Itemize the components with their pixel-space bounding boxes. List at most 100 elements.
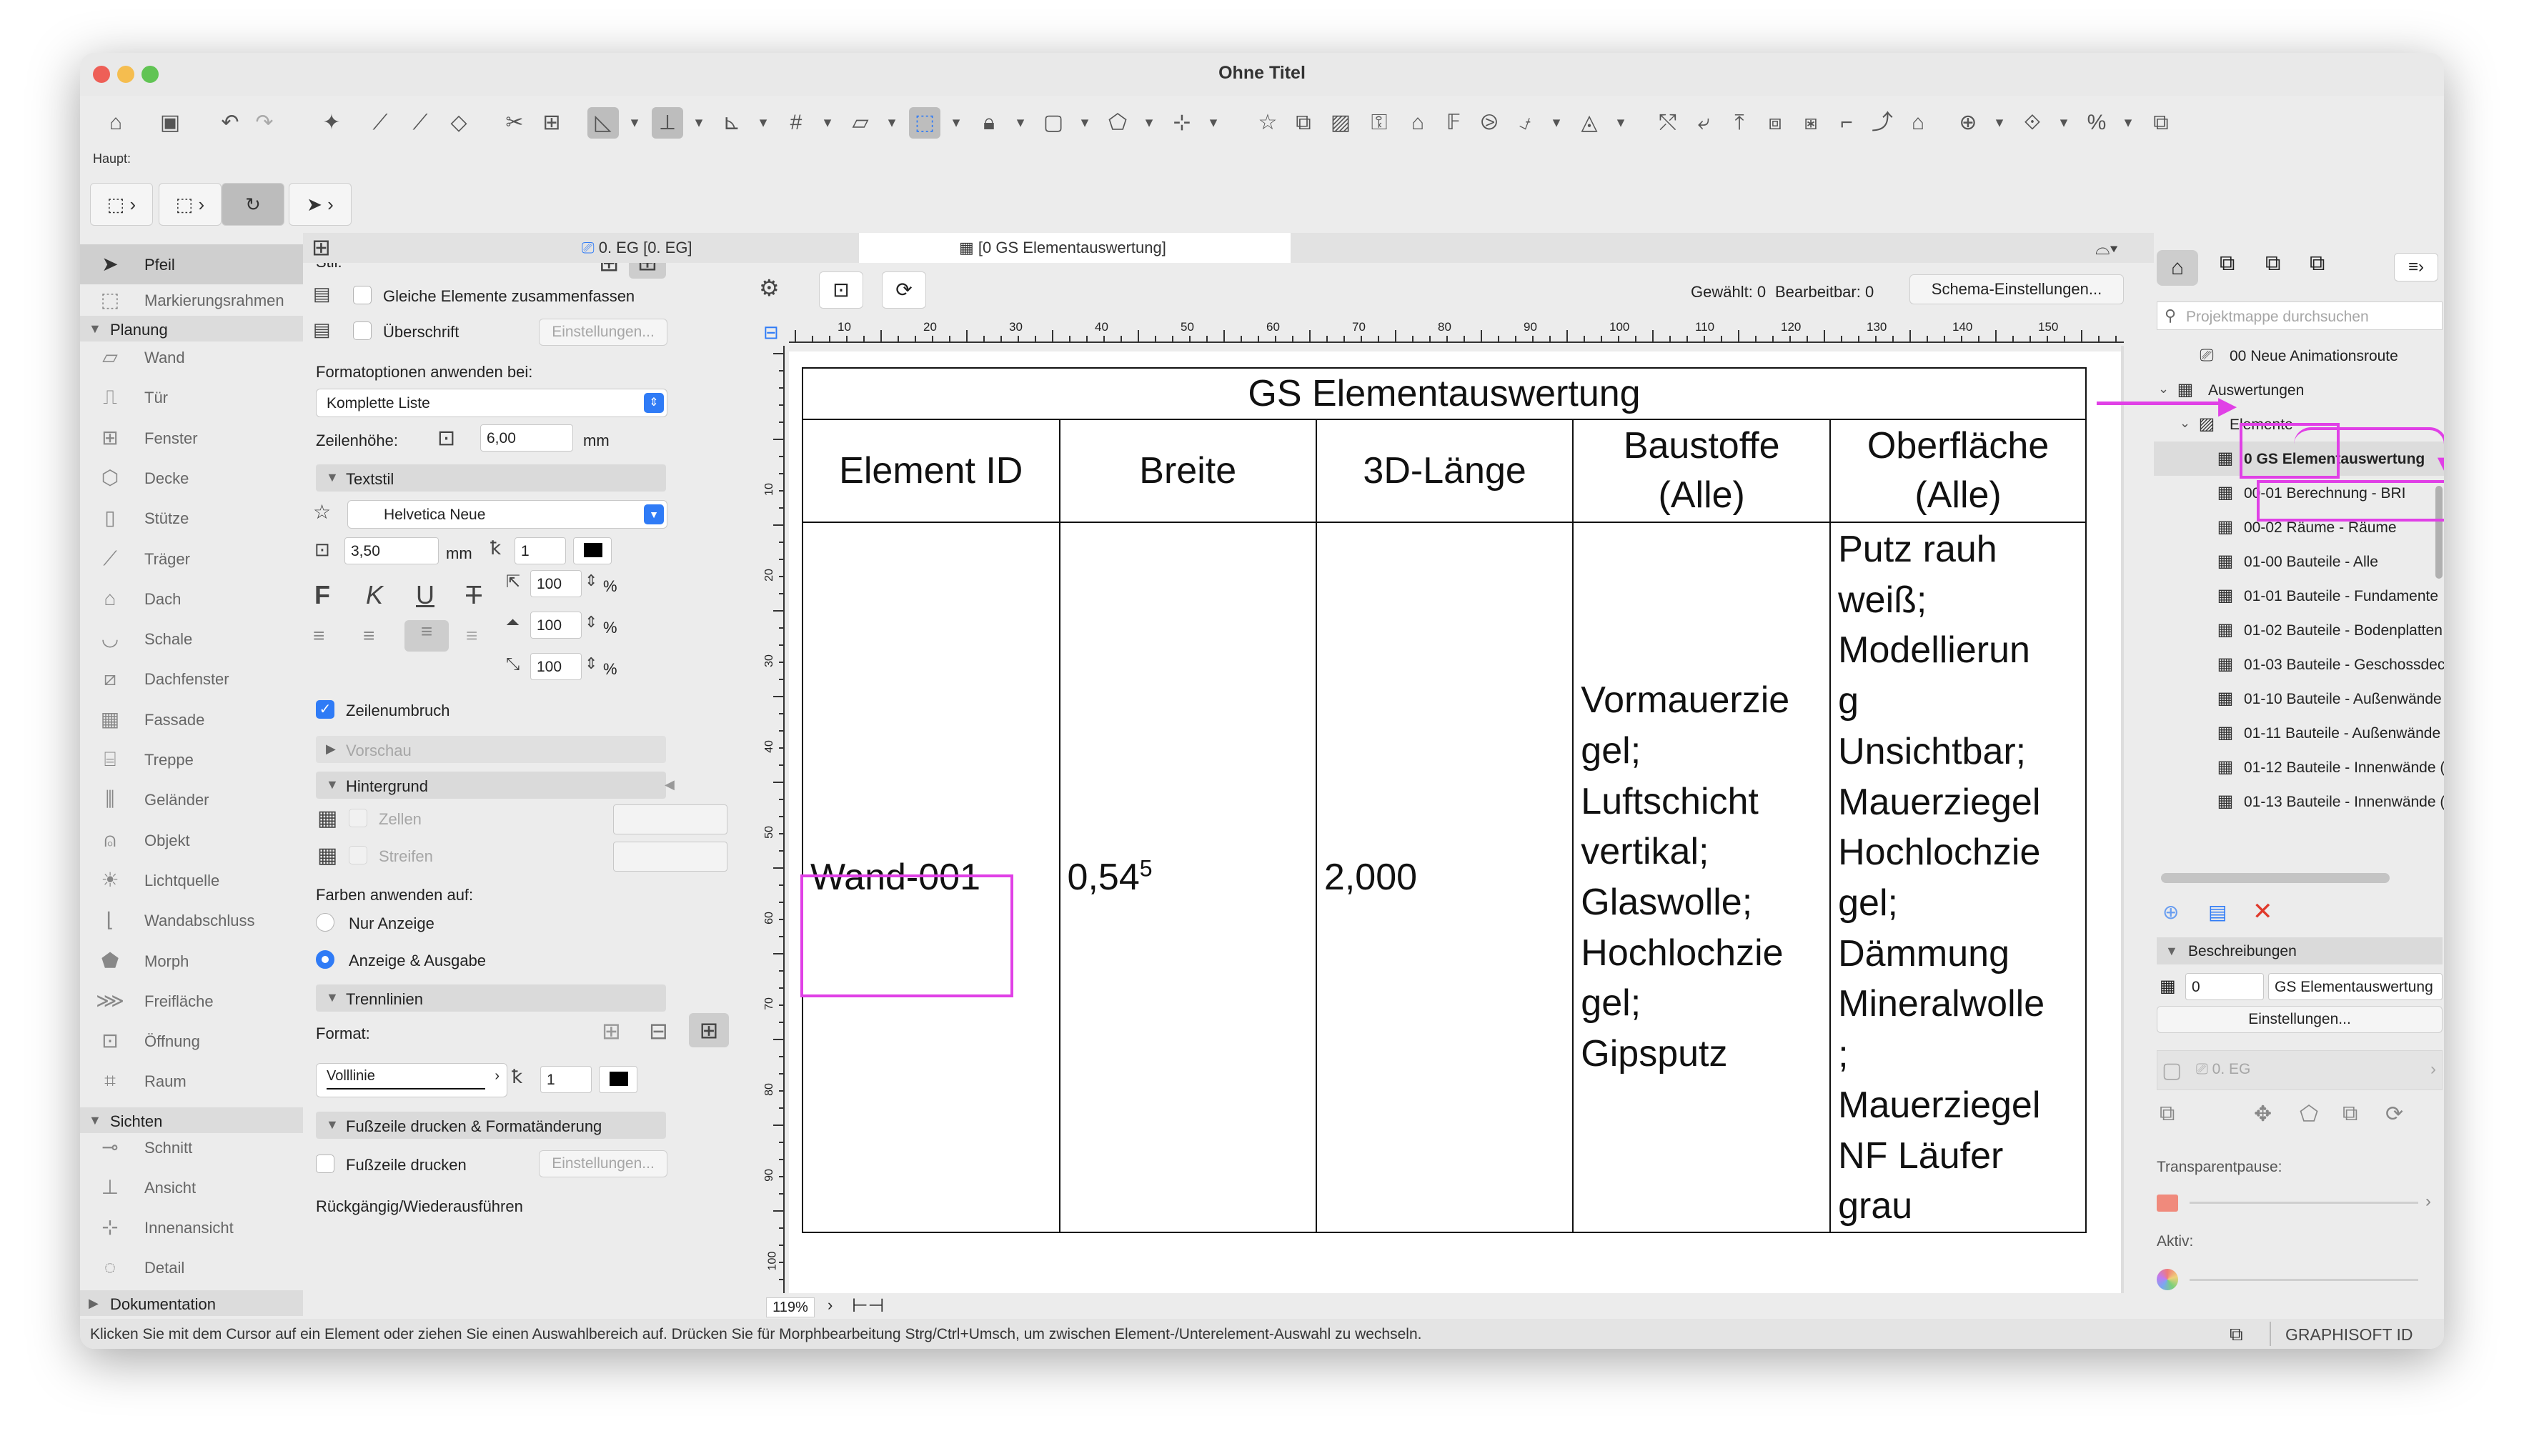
cells-checkbox[interactable] bbox=[349, 809, 367, 827]
pick-up-icon[interactable]: ⟋ bbox=[364, 107, 396, 139]
publisher-icon[interactable]: ⧉ bbox=[2310, 251, 2325, 276]
line-spacing-input[interactable]: 100 bbox=[530, 653, 582, 680]
grid-none-icon[interactable]: ⊞ bbox=[602, 1017, 621, 1044]
chevron-down-icon[interactable]: ▾ bbox=[1984, 107, 2015, 139]
chevron-down-icon[interactable]: ⌄ bbox=[2158, 382, 2169, 397]
stripes-color[interactable] bbox=[613, 842, 727, 872]
favorites-star-icon[interactable]: ☆ bbox=[313, 500, 331, 524]
tree-item[interactable]: ▦ 01-01 Bauteile - Fundamente bbox=[2154, 579, 2444, 613]
fit-width-icon[interactable]: ⊢⊣ bbox=[852, 1295, 884, 1317]
tool-treppe[interactable]: ⌸ Treppe bbox=[80, 739, 303, 779]
tool-schnitt[interactable]: ⊸ Schnitt bbox=[80, 1127, 303, 1167]
grid-icon[interactable]: # bbox=[780, 107, 812, 139]
active-slider[interactable] bbox=[2190, 1279, 2418, 1281]
magic-wand-icon[interactable]: ✦ bbox=[316, 107, 347, 139]
footer-settings-button[interactable]: Einstellungen... bbox=[539, 1150, 667, 1177]
shape-edit-icon[interactable]: ⬠ bbox=[2300, 1102, 2318, 1127]
stepper-icon[interactable]: ⇕ bbox=[585, 572, 597, 590]
id-input[interactable]: 0 bbox=[2185, 973, 2264, 1000]
chevron-down-icon[interactable]: ▾ bbox=[1005, 107, 1036, 139]
tree-item[interactable]: ▦ 01-10 Bauteile - Außenwände (t bbox=[2154, 682, 2444, 716]
marquee-method-button[interactable]: ⬚ › bbox=[159, 183, 222, 226]
chevron-down-icon[interactable]: ▾ bbox=[683, 107, 715, 139]
only-display-radio[interactable] bbox=[316, 913, 334, 932]
display-output-radio[interactable] bbox=[316, 950, 334, 969]
properties-icon[interactable]: ▤ bbox=[2208, 900, 2227, 924]
plane-icon[interactable]: ▱ bbox=[845, 107, 876, 139]
solid-ops-icon[interactable]: ◬ bbox=[1574, 107, 1605, 139]
chevron-down-icon[interactable]: ▾ bbox=[1133, 107, 1165, 139]
schedule-tool-icon[interactable]: 𝔽 bbox=[1438, 107, 1469, 139]
tool-innenansicht[interactable]: ⊹ Innenansicht bbox=[80, 1207, 303, 1247]
chevron-down-icon[interactable]: ▾ bbox=[2048, 107, 2080, 139]
offset-icon[interactable]: ⧆ bbox=[1795, 107, 1827, 139]
footer-print-checkbox[interactable] bbox=[316, 1155, 334, 1173]
tool-decke[interactable]: ⬡ Decke bbox=[80, 458, 303, 498]
chevron-right-icon[interactable]: › bbox=[828, 1296, 833, 1315]
tool-lichtquelle[interactable]: ☀ Lichtquelle bbox=[80, 860, 303, 900]
elevate-icon[interactable]: ⤒ bbox=[1724, 107, 1755, 139]
label-icon[interactable]: ⧁ bbox=[1474, 107, 1505, 139]
tool-fassade[interactable]: ▦ Fassade bbox=[80, 699, 303, 739]
headline-checkbox[interactable] bbox=[353, 321, 372, 340]
transparent-color-swatch[interactable] bbox=[2157, 1195, 2178, 1212]
width-factor-input[interactable]: 100 bbox=[530, 570, 582, 597]
cell-3d-laenge[interactable]: 2,000 bbox=[1315, 521, 1574, 1234]
refresh-icon[interactable]: ⟳ bbox=[2385, 1102, 2403, 1127]
chevron-down-icon[interactable]: ▾ bbox=[812, 107, 843, 139]
zoom-value[interactable]: 119% bbox=[766, 1297, 815, 1317]
refresh-icon[interactable]: ⟳ bbox=[882, 271, 926, 309]
preview-section[interactable]: ▶ Vorschau bbox=[316, 736, 666, 763]
tool-dach[interactable]: ⌂ Dach bbox=[80, 579, 303, 619]
align-center-icon[interactable]: ≡ bbox=[363, 624, 374, 647]
tool-pfeil[interactable]: ➤ Pfeil bbox=[80, 244, 303, 284]
chevron-down-icon[interactable]: ▾ bbox=[940, 107, 972, 139]
tool-morph[interactable]: ⬟ Morph bbox=[80, 941, 303, 981]
undo-icon[interactable]: ↶ bbox=[214, 107, 246, 139]
stepper-icon[interactable]: ⇕ bbox=[585, 613, 597, 632]
group-icon[interactable]: ⬠ bbox=[1102, 107, 1133, 139]
snap-guides-icon[interactable]: ⟂ bbox=[652, 107, 683, 139]
cell-breite[interactable]: 0,545 bbox=[1058, 521, 1317, 1234]
inject-icon[interactable]: ⟋ bbox=[404, 107, 436, 139]
text-pen-input[interactable]: 1 bbox=[515, 537, 566, 564]
tool-freifläche[interactable]: ⋙ Freifläche bbox=[80, 981, 303, 1021]
chevron-down-icon[interactable]: ▾ bbox=[1198, 107, 1229, 139]
ruler-origin-icon[interactable]: ⊟ bbox=[763, 321, 779, 344]
descriptions-section[interactable]: ▼ Beschreibungen bbox=[2157, 937, 2443, 964]
tree-item[interactable]: ⎚ 00 Neue Animationsroute bbox=[2154, 339, 2444, 373]
curve-icon[interactable]: ⤴ bbox=[1867, 107, 1898, 139]
chevron-down-icon[interactable]: ▾ bbox=[876, 107, 908, 139]
add-icon[interactable]: ⊕ bbox=[2162, 900, 2179, 924]
roof-tool-icon[interactable]: ⌂ bbox=[1902, 107, 1934, 139]
name-input[interactable]: GS Elementauswertung bbox=[2268, 973, 2443, 1000]
line-type-select[interactable]: Volllinie › bbox=[316, 1063, 507, 1097]
snap-points-icon[interactable]: ⊕ bbox=[1952, 107, 1984, 139]
panel-collapse-icon[interactable]: ◀ bbox=[665, 777, 675, 792]
stair-snap-icon[interactable]: ⊾ bbox=[716, 107, 747, 139]
grid-full-icon[interactable]: ⊞ bbox=[689, 1013, 729, 1047]
column-header[interactable]: Element ID bbox=[802, 419, 1060, 523]
grid-rows-icon[interactable]: ⊟ bbox=[649, 1017, 668, 1044]
italic-button[interactable]: K bbox=[366, 580, 383, 610]
fillet-icon[interactable]: ⌐ bbox=[1831, 107, 1862, 139]
chevron-down-icon[interactable]: ▾ bbox=[2112, 107, 2144, 139]
grid-snap-icon[interactable]: ⊞ bbox=[536, 107, 567, 139]
tool-fenster[interactable]: ⊞ Fenster bbox=[80, 418, 303, 458]
tool-wand[interactable]: ▱ Wand bbox=[80, 337, 303, 377]
align-justify-icon[interactable]: ≡ bbox=[466, 624, 477, 647]
text-color-swatch[interactable] bbox=[573, 537, 612, 564]
adjust-icon[interactable]: ⤶ bbox=[1688, 107, 1719, 139]
tool-träger[interactable]: ⟋ Träger bbox=[80, 539, 303, 579]
cell-oberflaeche[interactable]: Putz rauh weiß; Modellierun g Unsichtbar; Mau… bbox=[1829, 521, 2087, 1234]
headline-settings-button[interactable]: Einstellungen... bbox=[539, 319, 667, 346]
copy-icon[interactable]: ⧉ bbox=[2342, 1102, 2357, 1126]
tree-item[interactable]: ▦ 01-03 Bauteile - Geschossdeck bbox=[2154, 647, 2444, 682]
tab-floor-plan[interactable]: ⎚ 0. EG [0. EG] bbox=[582, 233, 692, 263]
brand-label[interactable]: GRAPHISOFT ID bbox=[2285, 1325, 2413, 1345]
object-3d-icon[interactable]: ⧉ bbox=[1288, 107, 1319, 139]
arrow-tool-button[interactable]: ➤ › bbox=[289, 183, 352, 226]
resize-icon[interactable]: ⧈ bbox=[1759, 107, 1791, 139]
split-icon[interactable]: ⤲ bbox=[1652, 107, 1684, 139]
tree-item[interactable]: ▦ 01-13 Bauteile - Innenwände (n bbox=[2154, 784, 2444, 819]
